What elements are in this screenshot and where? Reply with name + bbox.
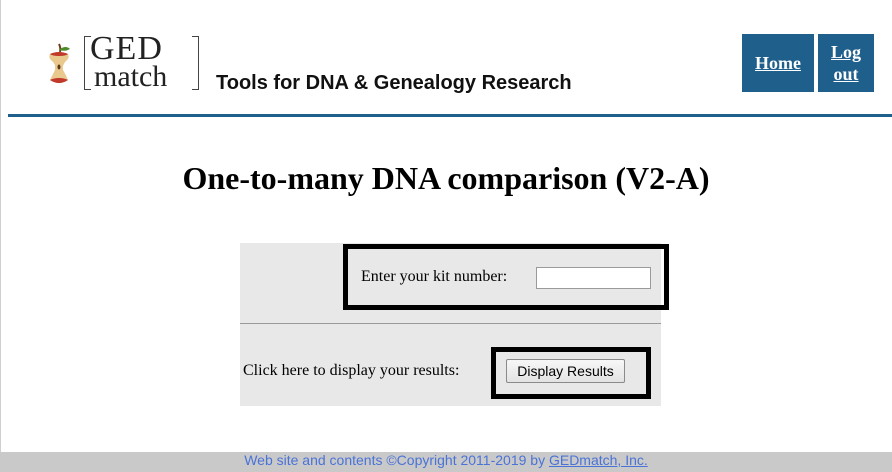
home-label: Home: [755, 53, 801, 73]
logo-line2: match: [94, 60, 168, 93]
logout-button[interactable]: Log out: [818, 34, 874, 92]
top-nav: Home Log out: [742, 34, 874, 92]
form-divider: [240, 323, 661, 324]
footer-copyright: Web site and contents ©Copyright 2011-20…: [244, 452, 549, 468]
logout-label: Log out: [830, 42, 861, 84]
logo-bracket-right: [192, 36, 199, 90]
site-tagline: Tools for DNA & Genealogy Research: [216, 72, 572, 94]
apple-core-icon: [49, 43, 70, 83]
kit-number-input[interactable]: [536, 267, 651, 289]
page-left-border: [0, 0, 1, 452]
footer-gedmatch-link[interactable]: GEDmatch, Inc.: [549, 452, 648, 468]
home-button[interactable]: Home: [742, 34, 814, 92]
kit-number-label: Enter your kit number:: [361, 268, 508, 285]
page-title: One-to-many DNA comparison (V2-A): [182, 160, 710, 196]
display-results-label: Click here to display your results:: [243, 362, 460, 379]
footer: Web site and contents ©Copyright 2011-20…: [0, 452, 892, 472]
header-divider: [8, 114, 892, 117]
gedmatch-logo[interactable]: GED match: [40, 30, 200, 96]
display-results-button[interactable]: Display Results: [506, 359, 625, 383]
